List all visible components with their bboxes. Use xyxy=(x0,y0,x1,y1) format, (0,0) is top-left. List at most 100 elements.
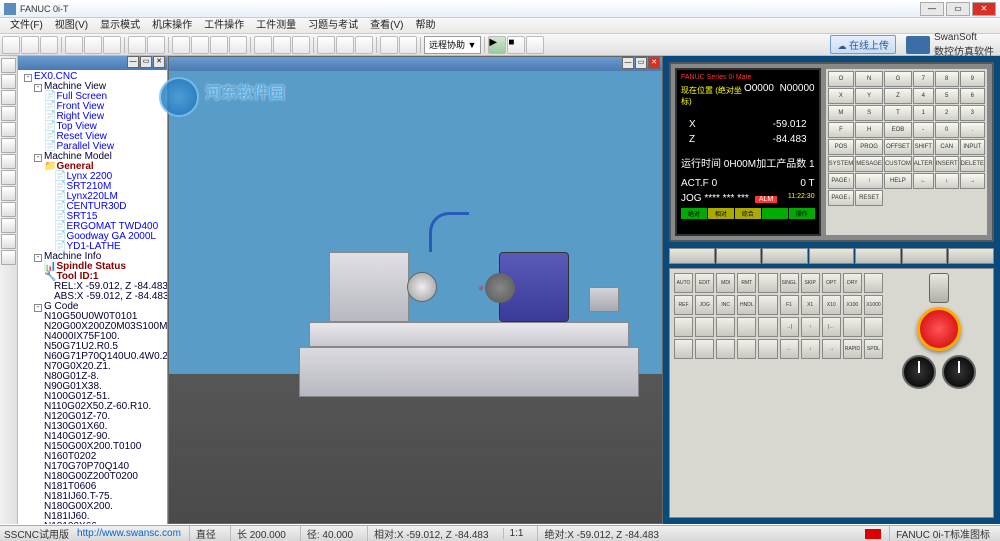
mdi-9[interactable]: 9 xyxy=(960,71,985,87)
lt-2[interactable] xyxy=(1,74,16,89)
tb-new[interactable] xyxy=(2,36,20,54)
lt-11[interactable] xyxy=(1,218,16,233)
mdi-h[interactable]: H xyxy=(855,122,883,138)
mdi-system[interactable]: SYSTEM xyxy=(828,156,855,172)
lt-1[interactable] xyxy=(1,58,16,73)
mcp-←[interactable]: ← xyxy=(780,339,799,359)
maximize-button[interactable]: ▭ xyxy=(946,2,970,16)
mcp-blank[interactable] xyxy=(864,317,883,337)
mdi-delete[interactable]: DELETE xyxy=(960,156,985,172)
mcp-X100[interactable]: X100 xyxy=(843,295,862,315)
tb-stop[interactable] xyxy=(399,36,417,54)
tb-wire[interactable] xyxy=(254,36,272,54)
mcp-blank[interactable] xyxy=(674,317,693,337)
upload-button[interactable]: ☁ 在线上传 xyxy=(830,35,896,54)
tree-close[interactable]: ✕ xyxy=(153,56,165,68)
mcp-blank[interactable] xyxy=(695,339,714,359)
sk-2[interactable] xyxy=(716,248,762,264)
mdi-RESET[interactable]: RESET xyxy=(855,190,883,206)
spindle-override-dial[interactable] xyxy=(942,355,976,389)
mcp-blank[interactable] xyxy=(864,273,883,293)
mdi-custom[interactable]: CUSTOM xyxy=(884,156,912,172)
tb-cut[interactable] xyxy=(65,36,83,54)
mcp-blank[interactable] xyxy=(737,339,756,359)
tb-tool3[interactable] xyxy=(355,36,373,54)
mdi-←[interactable]: ← xyxy=(913,173,934,189)
tree-max[interactable]: ▭ xyxy=(140,56,152,68)
lt-13[interactable] xyxy=(1,250,16,265)
mdi-n[interactable]: N xyxy=(855,71,883,87)
mdi-t[interactable]: T xyxy=(884,105,912,121)
mdi-m[interactable]: M xyxy=(828,105,855,121)
mcp-RMT[interactable]: RMT xyxy=(737,273,756,293)
emergency-stop[interactable] xyxy=(917,307,961,351)
lt-7[interactable] xyxy=(1,154,16,169)
mdi-offset[interactable]: OFFSET xyxy=(884,139,912,155)
tb-run[interactable]: ▶ xyxy=(488,36,506,54)
tb-open[interactable] xyxy=(21,36,39,54)
mcp-SINGL[interactable]: SINGL xyxy=(780,273,799,293)
mcp-|←[interactable]: |← xyxy=(822,317,841,337)
mcp-OPT[interactable]: OPT xyxy=(822,273,841,293)
mdi-s[interactable]: S xyxy=(855,105,883,121)
mdi-prog[interactable]: PROG xyxy=(855,139,883,155)
sk-6[interactable] xyxy=(902,248,948,264)
sk-4[interactable] xyxy=(809,248,855,264)
mdi-g[interactable]: G xyxy=(884,71,912,87)
mdi-input[interactable]: INPUT xyxy=(960,139,985,155)
tb-paste[interactable] xyxy=(103,36,121,54)
mcp-F1[interactable]: F1 xyxy=(780,295,799,315)
tb-pan[interactable] xyxy=(210,36,228,54)
mdi-o[interactable]: O xyxy=(828,71,855,87)
menu-help[interactable]: 帮助 xyxy=(409,18,441,33)
mdi-6[interactable]: 6 xyxy=(960,88,985,104)
mcp-blank[interactable] xyxy=(716,317,735,337)
mdi-pos[interactable]: POS xyxy=(828,139,855,155)
lt-10[interactable] xyxy=(1,202,16,217)
mcp-blank[interactable] xyxy=(716,339,735,359)
mdi-y[interactable]: Y xyxy=(855,88,883,104)
tree-min[interactable]: — xyxy=(127,56,139,68)
tb-preview[interactable] xyxy=(147,36,165,54)
mcp-X1[interactable]: X1 xyxy=(801,295,820,315)
mcp-blank[interactable] xyxy=(758,273,777,293)
mdi-3[interactable]: 3 xyxy=(960,105,985,121)
remote-combo[interactable]: 远程协助 ▼ xyxy=(424,36,481,54)
mcp-X1000[interactable]: X1000 xyxy=(864,295,883,315)
mdi-2[interactable]: 2 xyxy=(935,105,959,121)
lt-6[interactable] xyxy=(1,138,16,153)
mdi-shift[interactable]: SHIFT xyxy=(913,139,934,155)
tb-play[interactable] xyxy=(380,36,398,54)
sk-3[interactable] xyxy=(762,248,808,264)
mcp-↑[interactable]: ↑ xyxy=(801,317,820,337)
mdi-z[interactable]: Z xyxy=(884,88,912,104)
mdi-eob[interactable]: EOB xyxy=(884,122,912,138)
mcp-JOG[interactable]: JOG xyxy=(695,295,714,315)
tb-step[interactable] xyxy=(526,36,544,54)
sk-5[interactable] xyxy=(855,248,901,264)
tb-zoom[interactable] xyxy=(172,36,190,54)
mdi-8[interactable]: 8 xyxy=(935,71,959,87)
mcp-HNDL[interactable]: HNDL xyxy=(737,295,756,315)
mdi-PAGE↑[interactable]: PAGE↑ xyxy=(828,173,855,189)
mcp-→[interactable]: → xyxy=(822,339,841,359)
mcp-blank[interactable] xyxy=(758,339,777,359)
sk-1[interactable] xyxy=(669,248,715,264)
tb-save[interactable] xyxy=(40,36,58,54)
mcp-RAPID[interactable]: RAPID xyxy=(843,339,862,359)
menu-exam[interactable]: 习题与考试 xyxy=(302,18,364,33)
feed-override-dial[interactable] xyxy=(902,355,936,389)
mdi-1[interactable]: 1 xyxy=(913,105,934,121)
mcp-blank[interactable] xyxy=(737,317,756,337)
vp-max[interactable]: ▭ xyxy=(635,57,647,69)
mcp-↓[interactable]: ↓ xyxy=(801,339,820,359)
mdi-↓[interactable]: ↓ xyxy=(935,173,959,189)
mcp-REF[interactable]: REF xyxy=(674,295,693,315)
mcp-MDI[interactable]: MDI xyxy=(716,273,735,293)
mcp-blank[interactable] xyxy=(843,317,862,337)
lt-3[interactable] xyxy=(1,90,16,105)
tb-print[interactable] xyxy=(128,36,146,54)
menu-look[interactable]: 查看(V) xyxy=(364,18,409,33)
mcp-X10[interactable]: X10 xyxy=(822,295,841,315)
mcp-SPDL[interactable]: SPDL xyxy=(864,339,883,359)
